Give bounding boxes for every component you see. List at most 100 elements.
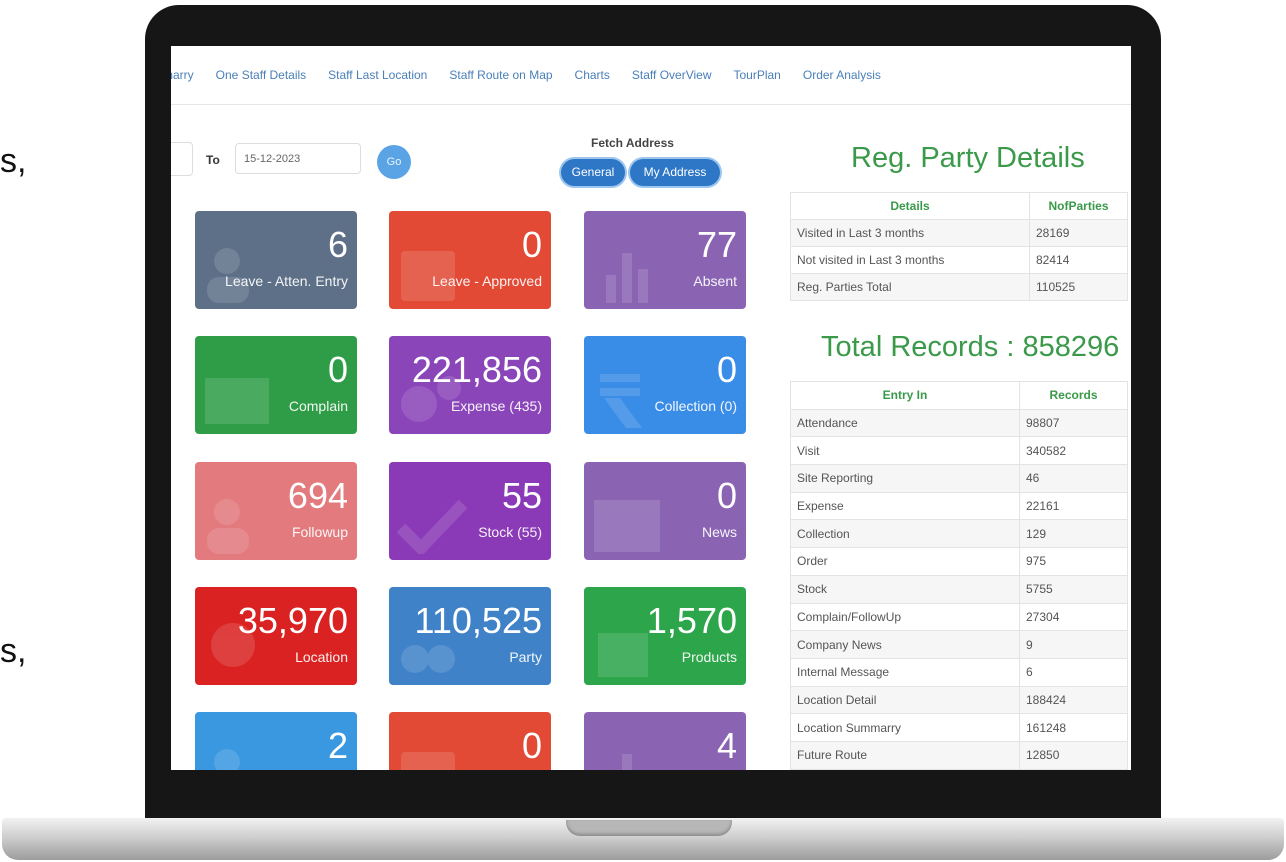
nav-item-one-staff-details[interactable]: One Staff Details (216, 68, 307, 82)
stat-tile[interactable]: 35,970 Location (195, 587, 357, 685)
table-cell: Site Reporting (790, 464, 1020, 493)
table-cell: 6 (1019, 657, 1128, 687)
column-header: Details (790, 192, 1030, 220)
from-date-input[interactable] (171, 142, 193, 176)
stat-tile[interactable]: 221,856 Expense (435) (389, 336, 551, 434)
stat-tile[interactable]: 55 Stock (55) (389, 462, 551, 560)
tile-value: 0 (327, 349, 348, 390)
table-row: Location Detail 188424 (790, 685, 1128, 715)
table-cell: Reg. Parties Total (790, 273, 1030, 301)
nav-item-staff-overview[interactable]: Staff OverView (632, 68, 712, 82)
stat-tile[interactable]: 0 (389, 712, 551, 770)
tile-value: 55 (501, 475, 542, 516)
table-row: Company News 9 (790, 630, 1128, 659)
stat-tile[interactable]: 4 (584, 712, 746, 770)
nav-item-charts[interactable]: Charts (575, 68, 610, 82)
column-header: Records (1019, 381, 1128, 410)
tile-label: Complain (288, 398, 348, 414)
general-button[interactable]: General (561, 159, 625, 186)
nav-item-tourplan[interactable]: TourPlan (733, 68, 780, 82)
table-cell: 110525 (1029, 273, 1128, 301)
table-row: Visited in Last 3 months 28169 (790, 219, 1128, 247)
bar-chart-icon (592, 243, 662, 303)
tile-label: Location (295, 649, 348, 665)
table-cell: 188424 (1019, 685, 1128, 715)
stat-tile[interactable]: 6 Leave - Atten. Entry (195, 211, 357, 309)
side-caption-bottom: s, (0, 632, 27, 670)
stat-tile[interactable]: 0 Collection (0) (584, 336, 746, 434)
stat-tile[interactable]: 1,570 Products (584, 587, 746, 685)
tile-value: 0 (521, 224, 542, 265)
reg-party-title: Reg. Party Details (851, 142, 1085, 174)
table-row: Collection 129 (790, 519, 1128, 549)
to-date-input[interactable]: 15-12-2023 (235, 143, 361, 174)
stat-tile[interactable]: 0 Complain (195, 336, 357, 434)
table-row: Expense 22161 (790, 491, 1128, 521)
table-cell: Collection (790, 519, 1020, 549)
tile-label: Stock (55) (478, 524, 542, 540)
table-cell: 161248 (1019, 713, 1128, 742)
newspaper-icon (592, 494, 662, 554)
table-header-row: Details NofParties (790, 192, 1128, 220)
table-row: Internal Message 6 (790, 657, 1128, 687)
fetch-address-title: Fetch Address (591, 136, 674, 150)
table-cell: Location Detail (790, 685, 1020, 715)
table-row: Attendance 98807 (790, 408, 1128, 438)
table-cell: Visited in Last 3 months (790, 219, 1030, 247)
table-cell: 28169 (1029, 219, 1128, 247)
table-cell: 5755 (1019, 574, 1128, 604)
stat-tile[interactable]: 0 Leave - Approved (389, 211, 551, 309)
check-icon (396, 494, 468, 557)
table-cell: Visit (790, 436, 1020, 466)
stat-tile[interactable]: 2 (195, 712, 357, 770)
stat-tile[interactable]: 694 Followup (195, 462, 357, 560)
tile-label: Followup (291, 524, 348, 540)
tile-value: 6 (327, 224, 348, 265)
tile-value: 4 (716, 725, 737, 766)
table-cell: 12850 (1019, 740, 1128, 770)
calendar-icon (397, 744, 467, 770)
table-row: Visit 340582 (790, 436, 1128, 466)
tile-value: 35,970 (237, 600, 348, 641)
table-cell: 340582 (1019, 436, 1128, 466)
tile-value: 1,570 (646, 600, 737, 641)
stat-tile[interactable]: 110,525 Party (389, 587, 551, 685)
table-row: Stock 5755 (790, 574, 1128, 604)
tile-label: Absent (693, 273, 737, 289)
tile-value: 0 (716, 475, 737, 516)
stat-tile[interactable]: 0 News (584, 462, 746, 560)
nav-item-staff-last-location[interactable]: Staff Last Location (328, 68, 427, 82)
nav-item-summary[interactable]: marry (171, 68, 194, 82)
table-cell: 98807 (1019, 408, 1128, 438)
table-cell: Attendance (790, 408, 1020, 438)
my-address-button[interactable]: My Address (630, 159, 720, 186)
tile-value: 0 (716, 349, 737, 390)
table-cell: Location Summarry (790, 713, 1020, 742)
go-button[interactable]: Go (377, 145, 411, 179)
tile-label: Leave - Atten. Entry (225, 273, 348, 289)
tile-value: 77 (696, 224, 737, 265)
tile-value: 694 (287, 475, 348, 516)
table-row: Reg. Parties Total 110525 (790, 273, 1128, 301)
tile-value: 0 (521, 725, 542, 766)
table-row: Order 975 (790, 547, 1128, 576)
user-icon (203, 494, 273, 554)
table-cell: Expense (790, 491, 1020, 521)
tile-value: 110,525 (414, 600, 542, 641)
tile-label: Products (681, 649, 737, 665)
nav-item-order-analysis[interactable]: Order Analysis (803, 68, 881, 82)
nav-item-staff-route-on-map[interactable]: Staff Route on Map (449, 68, 552, 82)
table-cell: 22161 (1019, 491, 1128, 521)
to-label: To (206, 153, 220, 167)
table-cell: Stock (790, 574, 1020, 604)
table-row: Not visited in Last 3 months 82414 (790, 246, 1128, 274)
tile-label: Leave - Approved (432, 273, 542, 289)
bar-chart-icon (592, 744, 662, 770)
stat-tile[interactable]: 77 Absent (584, 211, 746, 309)
tile-label: Collection (0) (654, 398, 737, 414)
table-row: Location Summarry 161248 (790, 713, 1128, 742)
dashboard-screen: marry One Staff Details Staff Last Locat… (171, 46, 1131, 770)
table-row: Future Route 12850 (790, 740, 1128, 770)
table-cell: 46 (1019, 464, 1128, 493)
table-header-row: Entry In Records (790, 381, 1128, 410)
